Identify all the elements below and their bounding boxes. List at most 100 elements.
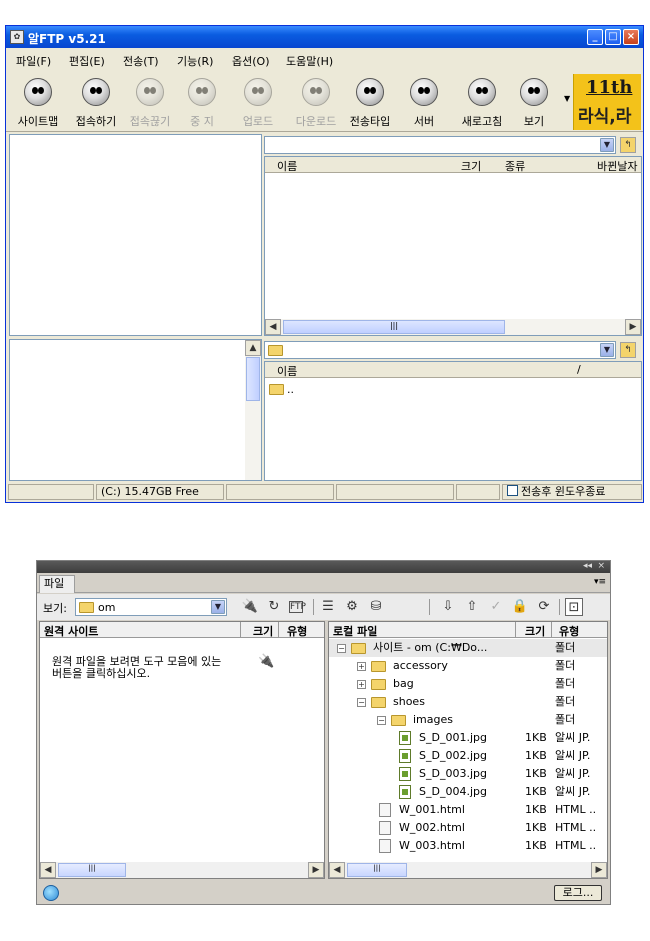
- panel-grip-bar[interactable]: ◂◂ ×: [37, 561, 610, 573]
- remote-hscrollbar[interactable]: ◀ ||| ▶: [40, 862, 324, 878]
- connect-icon[interactable]: 🔌: [258, 654, 274, 669]
- chevron-down-icon[interactable]: ▼: [600, 343, 614, 357]
- close-button[interactable]: ×: [623, 29, 639, 45]
- stop-button[interactable]: 중 지: [172, 72, 232, 130]
- connect-icon[interactable]: 🔌: [241, 598, 259, 616]
- scroll-thumb[interactable]: |||: [58, 863, 126, 877]
- scroll-up-icon[interactable]: ▲: [245, 340, 261, 356]
- table-row[interactable]: S_D_001.jpg 1KB 알씨 JP.: [329, 729, 607, 747]
- get-files-icon[interactable]: ⇩: [439, 598, 457, 616]
- col-type[interactable]: 유형: [287, 623, 307, 639]
- col-type[interactable]: 유형: [559, 623, 579, 639]
- check-in-icon[interactable]: 🔒: [511, 598, 529, 616]
- disconnect-button[interactable]: 접속끊기: [120, 72, 180, 130]
- tab-files[interactable]: 파일: [39, 575, 75, 593]
- download-button[interactable]: 다운로드: [286, 72, 346, 130]
- put-files-icon[interactable]: ⇧: [463, 598, 481, 616]
- ftp-log-icon[interactable]: FTP: [289, 601, 306, 613]
- check-out-icon[interactable]: ✓: [487, 598, 505, 616]
- upload-button[interactable]: 업로드: [228, 72, 288, 130]
- remote-site-pane[interactable]: 원격 사이트 크기 유형 원격 파일을 보려면 도구 모음에 있는 버튼을 클릭…: [39, 621, 325, 879]
- promo-banner[interactable]: 11th 라식,라: [573, 74, 641, 130]
- table-row[interactable]: S_D_004.jpg 1KB 알씨 JP.: [329, 783, 607, 801]
- col-sort[interactable]: /: [577, 363, 581, 376]
- chevron-down-icon[interactable]: ▼: [211, 600, 225, 614]
- scroll-right-icon[interactable]: ▶: [591, 862, 607, 878]
- col-remote-site[interactable]: 원격 사이트: [44, 623, 98, 639]
- local-file-list[interactable]: 이름 / ..: [264, 361, 642, 481]
- scroll-left-icon[interactable]: ◀: [265, 319, 281, 335]
- menu-function[interactable]: 기능(R): [177, 53, 213, 69]
- close-after-transfer-option[interactable]: 전송후 윈도우종료: [502, 484, 642, 500]
- tree-folder-row[interactable]: − shoes 폴더: [329, 693, 607, 711]
- local-path-combo[interactable]: ▼: [264, 341, 616, 359]
- local-files-pane[interactable]: 로컬 파일 크기 유형 − 사이트 - om (C:₩Do... 폴더 + access…: [328, 621, 608, 879]
- refresh-button[interactable]: 새로고침: [452, 72, 512, 130]
- view-dropdown-arrow-icon[interactable]: ▼: [564, 94, 570, 103]
- view-button[interactable]: 보기: [504, 72, 564, 130]
- expand-icon[interactable]: +: [357, 680, 366, 689]
- scroll-thumb[interactable]: |||: [283, 320, 505, 334]
- server-button[interactable]: 서버: [394, 72, 454, 130]
- col-local-files[interactable]: 로컬 파일: [333, 623, 377, 639]
- site-status-icon[interactable]: [43, 885, 59, 901]
- remote-file-list[interactable]: 이름 크기 종류 바뀐날자 ◀ ||| ▶: [264, 156, 642, 336]
- parent-folder-button[interactable]: ↰: [620, 137, 636, 153]
- table-row[interactable]: W_002.html 1KB HTML ..: [329, 819, 607, 837]
- transfer-type-button[interactable]: 전송타입: [340, 72, 400, 130]
- table-row[interactable]: W_003.html 1KB HTML ..: [329, 837, 607, 855]
- testing-server-icon[interactable]: ⚙: [343, 598, 361, 616]
- repository-icon[interactable]: ⛁: [367, 598, 385, 616]
- sitemap-button[interactable]: 사이트맵: [8, 72, 68, 130]
- expand-panel-icon[interactable]: ⊡: [565, 598, 583, 616]
- table-row[interactable]: S_D_003.jpg 1KB 알씨 JP.: [329, 765, 607, 783]
- refresh-icon[interactable]: ↻: [265, 598, 283, 616]
- collapse-icon[interactable]: −: [357, 698, 366, 707]
- col-size[interactable]: 크기: [253, 623, 273, 639]
- col-type[interactable]: 종류: [505, 158, 525, 174]
- table-row[interactable]: S_D_002.jpg 1KB 알씨 JP.: [329, 747, 607, 765]
- col-size[interactable]: 크기: [461, 158, 481, 174]
- maximize-button[interactable]: □: [605, 29, 621, 45]
- tree-folder-row[interactable]: − 사이트 - om (C:₩Do... 폴더: [329, 639, 607, 657]
- minimize-button[interactable]: _: [587, 29, 603, 45]
- tree-folder-row[interactable]: + accessory 폴더: [329, 657, 607, 675]
- menu-transfer[interactable]: 전송(T): [123, 53, 159, 69]
- col-modified[interactable]: 바뀐날자: [597, 158, 637, 174]
- menu-file[interactable]: 파일(F): [16, 53, 51, 69]
- log-button[interactable]: 로그...: [554, 885, 602, 901]
- menu-options[interactable]: 옵션(O): [232, 53, 269, 69]
- close-after-checkbox[interactable]: [507, 485, 518, 496]
- scroll-right-icon[interactable]: ▶: [308, 862, 324, 878]
- menu-help[interactable]: 도움말(H): [286, 53, 333, 69]
- scroll-thumb[interactable]: [246, 357, 260, 401]
- menu-edit[interactable]: 편집(E): [69, 53, 105, 69]
- list-item[interactable]: ..: [269, 382, 329, 398]
- remote-path-combo[interactable]: ▼: [264, 136, 616, 154]
- site-files-icon[interactable]: ☰: [319, 598, 337, 616]
- collapse-icon[interactable]: −: [337, 644, 346, 653]
- col-size[interactable]: 크기: [525, 623, 545, 639]
- scroll-left-icon[interactable]: ◀: [329, 862, 345, 878]
- scroll-thumb[interactable]: |||: [347, 863, 407, 877]
- collapse-icon[interactable]: ◂◂: [583, 561, 592, 571]
- title-bar[interactable]: ✿ 알FTP v5.21 _ □ ×: [6, 26, 643, 48]
- chevron-down-icon[interactable]: ▼: [600, 138, 614, 152]
- synchronize-icon[interactable]: ⟳: [535, 598, 553, 616]
- close-icon[interactable]: ×: [597, 561, 605, 571]
- remote-hscrollbar[interactable]: ◀ ||| ▶: [265, 319, 641, 335]
- col-name[interactable]: 이름: [277, 363, 297, 379]
- connect-button[interactable]: 접속하기: [66, 72, 126, 130]
- scroll-right-icon[interactable]: ▶: [625, 319, 641, 335]
- scroll-left-icon[interactable]: ◀: [40, 862, 56, 878]
- panel-menu-icon[interactable]: ▾≡: [594, 577, 606, 587]
- local-hscrollbar[interactable]: ◀ ||| ▶: [329, 862, 607, 878]
- tree-folder-row[interactable]: − images 폴더: [329, 711, 607, 729]
- sitemap-pane[interactable]: [9, 134, 262, 336]
- log-pane[interactable]: ▲: [9, 339, 262, 481]
- expand-icon[interactable]: +: [357, 662, 366, 671]
- site-select[interactable]: om ▼: [75, 598, 227, 616]
- col-name[interactable]: 이름: [277, 158, 297, 174]
- parent-folder-button[interactable]: ↰: [620, 342, 636, 358]
- table-row[interactable]: W_001.html 1KB HTML ..: [329, 801, 607, 819]
